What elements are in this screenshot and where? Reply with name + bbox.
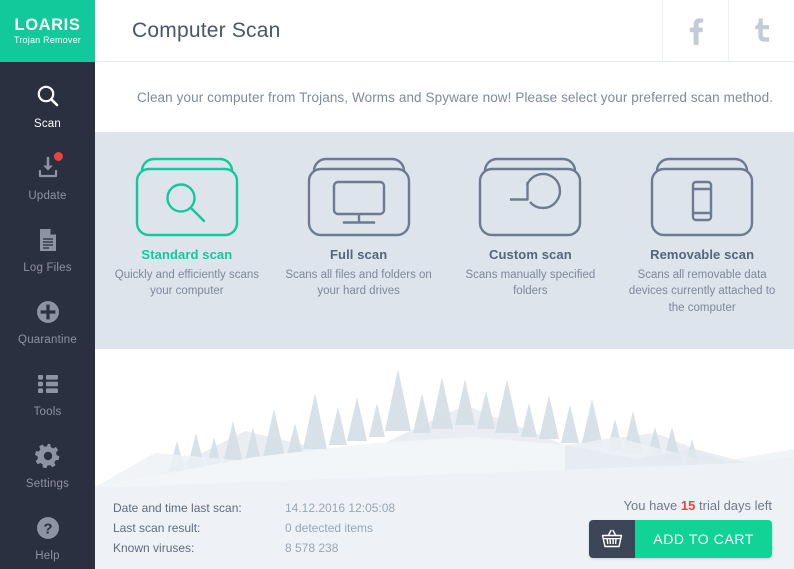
add-to-cart-label: ADD TO CART [635, 520, 772, 558]
logo-brand-name: LOARIS [14, 15, 81, 34]
list-icon [31, 367, 65, 401]
scan-method-full[interactable]: Full scan Scans all files and folders on… [273, 156, 445, 349]
sidebar-item-label: Log Files [23, 261, 72, 274]
scan-method-title: Full scan [330, 247, 388, 262]
scan-method-description: Scans all files and folders on your hard… [285, 269, 432, 298]
document-icon [31, 223, 65, 257]
sidebar: LOARIS Trojan Remover Scan Update Log Fi… [0, 0, 95, 569]
gear-icon [31, 439, 65, 473]
sidebar-item-log-files[interactable]: Log Files [0, 212, 95, 284]
trial-days-count: 15 [680, 498, 696, 513]
trial-suffix: trial days left [699, 498, 772, 513]
info-value-viruses: 8 578 238 [285, 541, 339, 555]
scan-method-description: Scans manually specified folders [465, 269, 596, 298]
scan-method-standard[interactable]: Standard scan Quickly and efficiently sc… [101, 156, 273, 349]
status-footer: Date and time last scan: 14.12.2016 12:0… [95, 461, 794, 569]
pie-chart-card-icon [477, 156, 583, 242]
scan-method-title: Standard scan [141, 247, 233, 262]
scan-method-title: Custom scan [489, 247, 572, 262]
page-title: Computer Scan [132, 18, 281, 42]
twitter-icon [754, 18, 769, 42]
logo-tagline: Trojan Remover [14, 35, 81, 46]
info-label-result: Last scan result: [113, 521, 201, 535]
info-value-result: 0 detected items [285, 521, 374, 535]
sidebar-item-label: Update [28, 189, 67, 202]
subheader-text: Clean your computer from Trojans, Worms … [137, 89, 774, 105]
app-window: LOARIS Trojan Remover Scan Update Log Fi… [0, 0, 794, 569]
sidebar-item-tools[interactable]: Tools [0, 356, 95, 428]
info-value-date: 14.12.2016 12:05:08 [285, 501, 396, 515]
magnifier-card-icon [134, 156, 240, 242]
scan-method-removable[interactable]: Removable scan Scans all removable data … [616, 156, 788, 349]
download-tray-icon [31, 150, 65, 185]
magnifier-icon [31, 79, 65, 113]
sidebar-item-label: Tools [33, 405, 62, 418]
sidebar-item-label: Settings [25, 477, 70, 490]
scan-method-title: Removable scan [650, 247, 755, 262]
info-label-date: Date and time last scan: [113, 501, 242, 515]
shopping-basket-icon [589, 520, 636, 558]
svg-text:?: ? [43, 520, 52, 537]
sidebar-item-help[interactable]: ? Help [0, 500, 95, 569]
top-bar: Computer Scan [95, 0, 794, 62]
info-label-viruses: Known viruses: [113, 541, 195, 555]
subheader: Clean your computer from Trojans, Worms … [95, 62, 794, 132]
sidebar-item-update[interactable]: Update [0, 140, 95, 212]
update-notification-badge [52, 150, 64, 162]
trial-prefix: You have [623, 498, 678, 513]
usb-drive-card-icon [649, 156, 755, 242]
sidebar-nav: Scan Update Log Files Quarantine Tools S… [0, 62, 95, 569]
monitor-card-icon [306, 156, 412, 242]
twitter-button[interactable] [728, 0, 794, 61]
scan-method-list: Standard scan Quickly and efficiently sc… [95, 132, 794, 349]
sidebar-item-label: Help [35, 549, 60, 562]
scan-method-description: Quickly and efficiently scans your compu… [114, 269, 259, 298]
sidebar-item-quarantine[interactable]: Quarantine [0, 284, 95, 356]
main-content: Computer Scan Clean your computer from T… [95, 0, 794, 569]
last-scan-info: Date and time last scan: 14.12.2016 12:0… [113, 501, 395, 555]
sidebar-item-scan[interactable]: Scan [0, 68, 95, 140]
facebook-button[interactable] [662, 0, 728, 61]
trial-status-text: You have 15 trial days left [624, 498, 772, 513]
sidebar-item-label: Quarantine [18, 333, 77, 346]
trial-block: You have 15 trial days left ADD TO CART [589, 498, 772, 558]
plus-circle-icon [31, 295, 65, 329]
sidebar-item-settings[interactable]: Settings [0, 428, 95, 500]
facebook-icon [689, 17, 703, 45]
scan-method-custom[interactable]: Custom scan Scans manually specified fol… [445, 156, 617, 349]
app-logo[interactable]: LOARIS Trojan Remover [0, 0, 95, 62]
scan-method-description: Scans all removable data devices current… [628, 269, 776, 314]
sidebar-item-label: Scan [33, 117, 61, 130]
add-to-cart-button[interactable]: ADD TO CART [589, 520, 772, 558]
question-circle-icon: ? [31, 511, 65, 545]
